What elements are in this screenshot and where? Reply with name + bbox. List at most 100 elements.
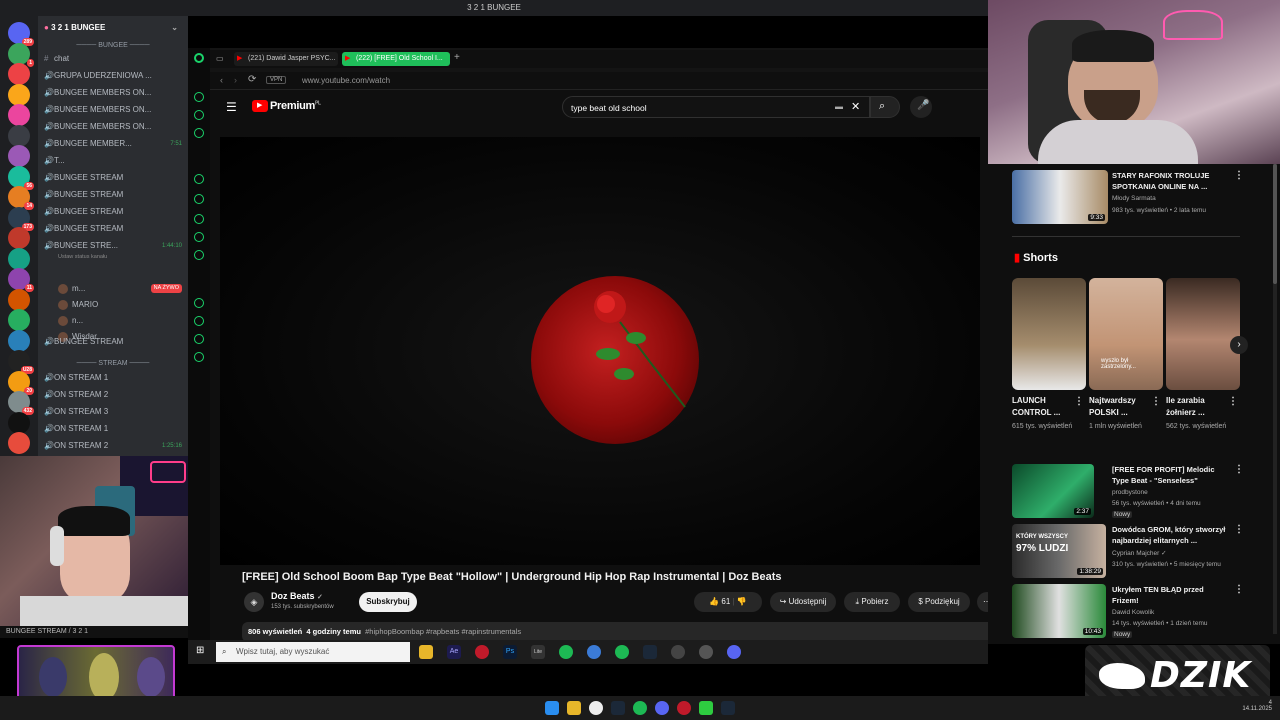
spotify-icon[interactable] (559, 645, 573, 659)
clock[interactable]: 4 14.11.2025 (1220, 700, 1272, 712)
opera-gx-icon[interactable] (475, 645, 489, 659)
more-vertical-icon[interactable]: ⋮ (1234, 524, 1244, 535)
opera-logo[interactable] (188, 48, 210, 68)
chevron-down-icon[interactable]: ⌄ (171, 20, 178, 36)
channel-item[interactable]: 🔊BUNGEE STREAM (44, 170, 182, 186)
server-icon[interactable] (8, 83, 30, 106)
server-icon[interactable] (8, 288, 30, 311)
more-vertical-icon[interactable]: ⋮ (1074, 396, 1084, 407)
video-thumbnail[interactable]: 2:37 (1012, 464, 1094, 518)
music-icon[interactable] (194, 298, 204, 308)
app-icon[interactable] (699, 701, 713, 715)
short-title[interactable]: LAUNCH CONTROL ... (1012, 395, 1074, 419)
more-vertical-icon[interactable]: ⋮ (1228, 396, 1238, 407)
channel-item[interactable]: 🔊ON STREAM 1 (44, 421, 182, 437)
channel-name[interactable]: Dawid Kowolik (1112, 609, 1242, 616)
speed-dial-icon[interactable] (194, 92, 204, 102)
server-icon[interactable]: 173 (8, 206, 34, 231)
app-icon[interactable]: Lite (531, 645, 545, 659)
steam-icon[interactable] (721, 701, 735, 715)
server-icon[interactable] (8, 145, 30, 167)
app-icon[interactable] (699, 645, 713, 659)
subscribe-button[interactable]: Subskrybuj (359, 592, 417, 612)
recommended-item[interactable]: 10:43 Ukryłem TEN BŁĄD przed Frizem! Daw… (1012, 584, 1248, 640)
settings-icon[interactable] (194, 352, 204, 362)
twitch-icon[interactable] (194, 174, 204, 184)
thanks-button[interactable]: $ Podziękuj (908, 592, 970, 612)
recommended-item[interactable]: 9:33 STARY RAFONIX TROLUJE SPOTKANIA ONL… (1012, 170, 1248, 226)
server-icon[interactable] (8, 104, 30, 126)
server-icon[interactable]: 20 (8, 370, 34, 395)
app-icon[interactable] (587, 645, 601, 659)
channel-item[interactable]: 🔊BUNGEE STREAM (44, 204, 182, 220)
like-button[interactable]: 👍 61 (709, 597, 730, 606)
tab-1[interactable]: ▶ (221) Dawid Jasper PSYC... (234, 52, 338, 66)
messenger-icon[interactable] (194, 194, 204, 204)
discord-icon[interactable] (655, 701, 669, 715)
x-twitter-icon[interactable] (194, 250, 204, 260)
channel-name[interactable]: prodbystone (1112, 489, 1242, 496)
channel-avatar[interactable]: ◈ (244, 592, 264, 612)
server-icon[interactable] (8, 124, 30, 147)
search-button[interactable]: ⌕ (870, 96, 900, 118)
whatsapp-icon[interactable] (194, 214, 204, 224)
keyboard-icon[interactable]: ▬ (835, 102, 843, 111)
server-icon[interactable] (8, 63, 30, 85)
home-icon[interactable] (194, 110, 204, 120)
server-icon[interactable]: U28 (8, 350, 34, 374)
new-tab-button[interactable]: + (454, 52, 460, 63)
clock-icon[interactable] (194, 316, 204, 326)
url-field[interactable]: www.youtube.com/watch (302, 76, 390, 85)
server-icon[interactable] (8, 432, 30, 454)
server-icon[interactable]: 56 (8, 165, 34, 190)
video-title[interactable]: Ukryłem TEN BŁĄD przed Frizem! (1112, 584, 1232, 606)
chrome-icon[interactable] (589, 701, 603, 715)
server-icon[interactable] (8, 227, 30, 249)
server-icon[interactable]: 1 (8, 42, 34, 67)
server-icon[interactable] (8, 411, 30, 434)
clear-search-icon[interactable]: ✕ (851, 100, 860, 113)
windows-start-icon[interactable]: ⊞ (196, 645, 204, 656)
server-icon[interactable]: 289 (8, 22, 34, 46)
photoshop-icon[interactable]: Ps (503, 645, 517, 659)
server-icon[interactable] (8, 329, 30, 352)
voice-user[interactable]: n... (58, 313, 182, 329)
spotify-icon[interactable] (633, 701, 647, 715)
hashtags[interactable]: #hiphopBoombap #rapbeats #rapinstrumenta… (365, 627, 521, 636)
search-input[interactable]: type beat old school ▬ ✕ (562, 96, 870, 118)
server-name[interactable]: ● 3 2 1 BUNGEE ⌄ (44, 20, 182, 36)
voice-user[interactable]: m... NA ŻYWO (58, 281, 182, 297)
shorts-next-button[interactable]: › (1230, 336, 1248, 354)
share-button[interactable]: ↪ Udostępnij (770, 592, 836, 612)
file-explorer-icon[interactable] (419, 645, 433, 659)
video-thumbnail[interactable]: 10:43 (1012, 584, 1106, 638)
channel-item[interactable]: 🔊ON STREAM 3 (44, 404, 182, 420)
voice-user[interactable]: MARIO (58, 297, 182, 313)
steam-icon[interactable] (611, 701, 625, 715)
vpn-badge[interactable]: VPN (266, 76, 287, 84)
tab-2-active[interactable]: ▶ (222) [FREE] Old School I... (342, 52, 450, 66)
scrollbar-thumb[interactable] (1273, 164, 1277, 284)
forward-button[interactable]: › (234, 75, 237, 85)
video-title[interactable]: [FREE FOR PROFIT] Melodic Type Beat - "S… (1112, 464, 1232, 486)
instagram-icon[interactable] (194, 232, 204, 242)
voice-search-button[interactable]: 🎤 (910, 96, 932, 118)
channel-item[interactable]: 🔊ON STREAM 2 (44, 387, 182, 403)
channel-name[interactable]: Doz Beats ✓ (271, 591, 323, 601)
after-effects-icon[interactable]: Ae (447, 645, 461, 659)
channel-item[interactable]: # chat (44, 51, 182, 67)
recommended-item[interactable]: 2:37 [FREE FOR PROFIT] Melodic Type Beat… (1012, 464, 1248, 520)
channel-item[interactable]: 🔊ON STREAM 1 (44, 370, 182, 386)
opera-gx-icon[interactable] (677, 701, 691, 715)
channel-item[interactable]: 🔊BUNGEE MEMBERS ON... (44, 85, 182, 101)
more-vertical-icon[interactable]: ⋮ (1234, 464, 1244, 475)
download-button[interactable]: ⤓ Pobierz (844, 592, 900, 612)
channel-item[interactable]: 🔊GRUPA UDERZENIOWA ... (44, 68, 182, 84)
youtube-logo-icon[interactable]: ▶ (252, 100, 268, 112)
server-icon[interactable]: 11 (8, 268, 34, 292)
channel-item[interactable]: 🔊BUNGEE STREAM (44, 221, 182, 237)
channel-name[interactable]: Cyprian Majcher ✓ (1112, 549, 1242, 557)
extensions-icon[interactable] (194, 334, 204, 344)
channel-item[interactable]: 🔊BUNGEE STREAM (44, 187, 182, 203)
tab-list-icon[interactable]: ▭ (216, 54, 224, 63)
